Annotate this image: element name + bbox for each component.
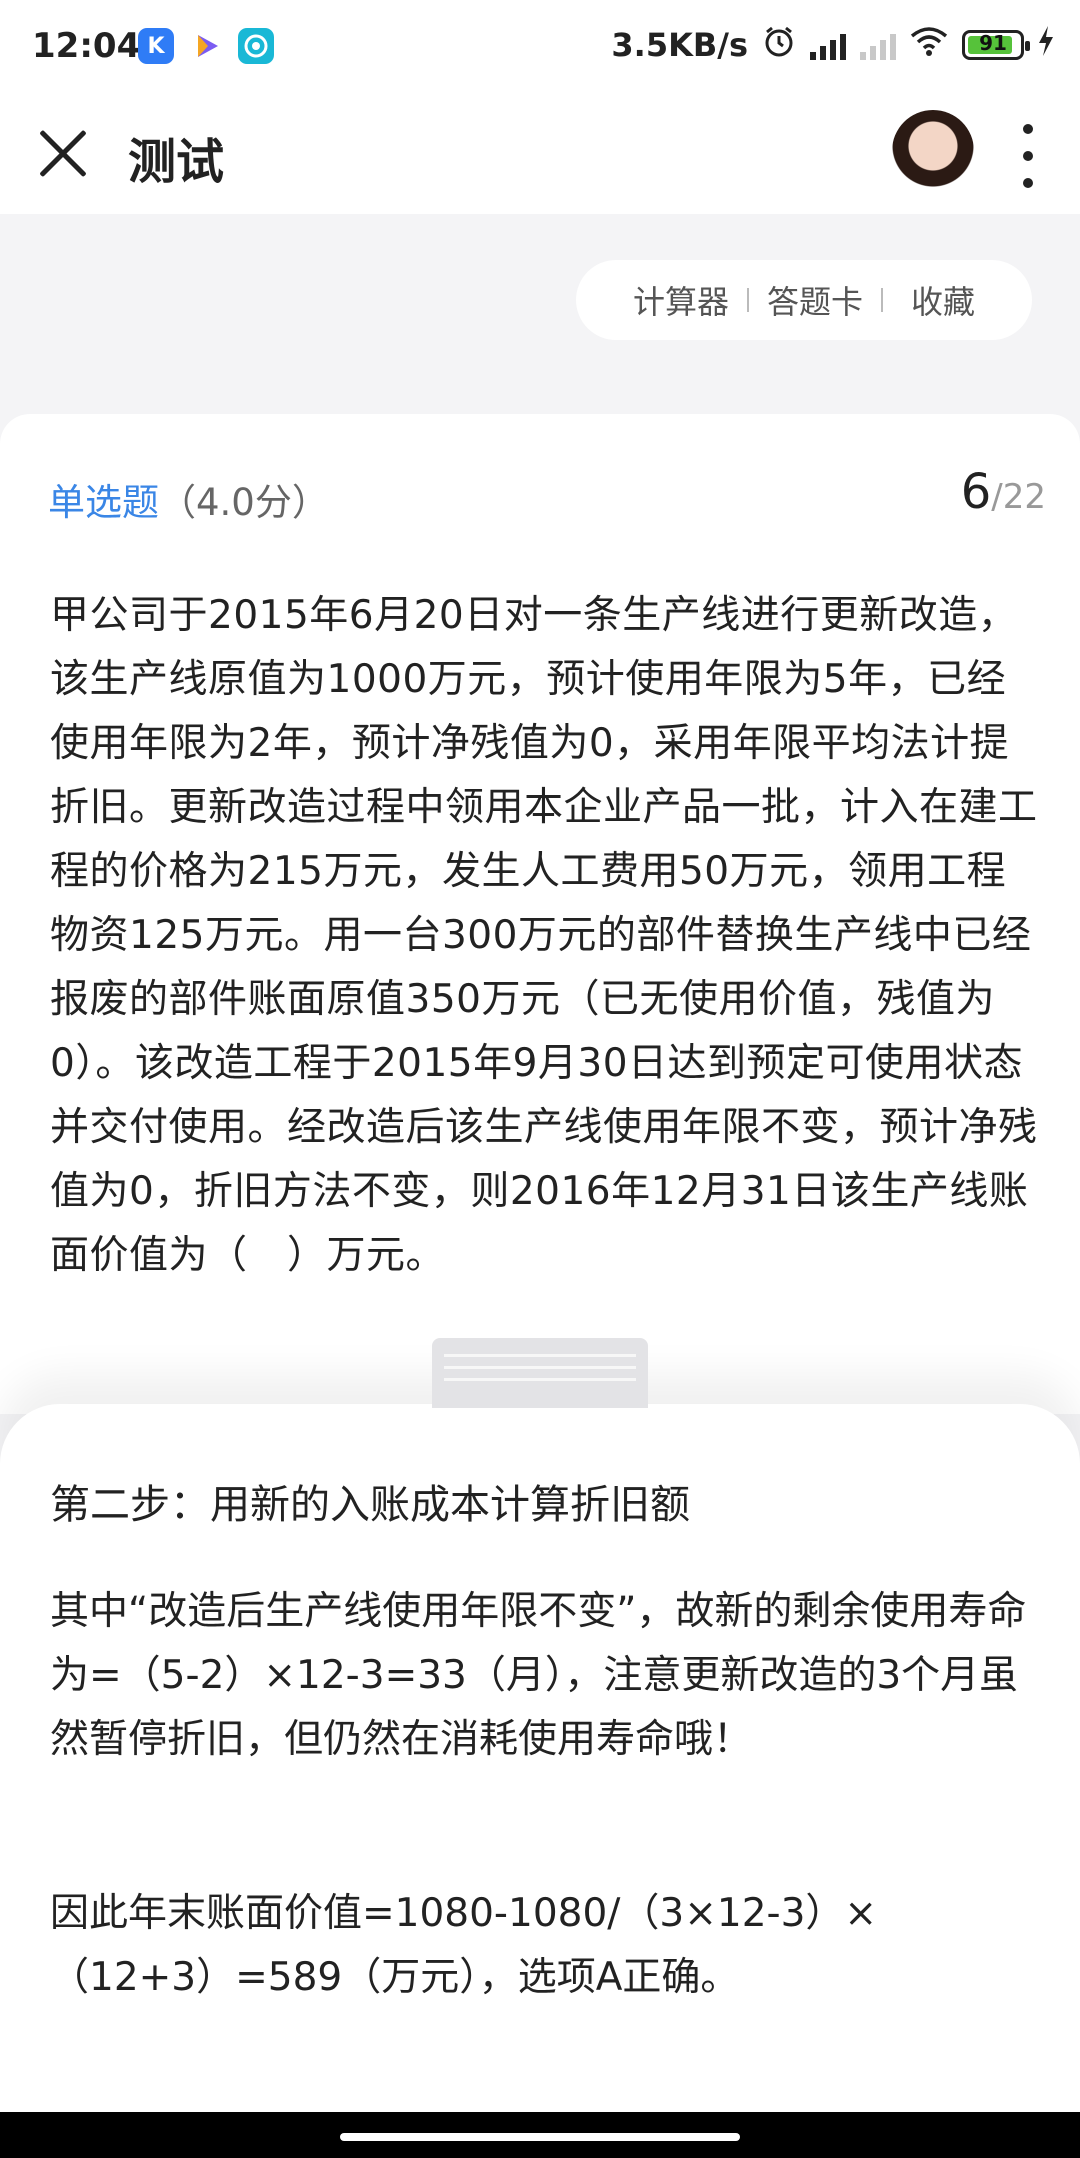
signal-2-icon — [860, 30, 896, 60]
analysis-sheet: 第二步：用新的入账成本计算折旧额 其中“改造后生产线使用年限不变”，故新的剩余使… — [0, 1404, 1080, 2112]
question-total: /22 — [991, 477, 1046, 517]
circle-app-icon — [238, 28, 274, 64]
analysis-paragraph-1: 其中“改造后生产线使用年限不变”，故新的剩余使用寿命为=（5-2）×12-3=3… — [50, 1589, 1027, 1762]
divider — [881, 288, 883, 312]
question-tools: 计算器 答题卡 收藏 — [576, 260, 1032, 340]
avatar[interactable] — [892, 110, 974, 200]
drag-handle[interactable] — [432, 1338, 648, 1408]
divider — [746, 288, 749, 312]
home-indicator[interactable] — [340, 2133, 740, 2141]
more-menu-icon[interactable] — [1014, 124, 1042, 188]
analysis-paragraph-2: 因此年末账面价值=1080-1080/（3×12-3）×（12+3）=589（万… — [50, 1891, 878, 2000]
question-type-label: 单选题 — [48, 481, 159, 524]
charging-icon — [1038, 26, 1054, 64]
favorite-button[interactable]: 收藏 — [911, 277, 975, 323]
k-app-icon: K — [138, 28, 174, 64]
question-type: 单选题（4.0分） — [48, 472, 329, 526]
status-right: 3.5KB/s 91 — [611, 24, 1054, 66]
question-current: 6 — [960, 464, 992, 520]
analysis-step-title: 第二步：用新的入账成本计算折旧额 — [50, 1482, 690, 1528]
question-text: 甲公司于2015年6月20日对一条生产线进行更新改造，该生产线原值为1000万元… — [50, 593, 1038, 1278]
status-bar: 12:04 K 3.5KB/s 91 — [0, 0, 1080, 96]
close-icon[interactable] — [36, 126, 90, 180]
signal-icon — [810, 30, 846, 60]
net-speed: 3.5KB/s — [611, 26, 748, 64]
wifi-icon — [910, 26, 948, 64]
question-score: （4.0分） — [159, 481, 329, 524]
question-progress: 6/22 — [961, 464, 1046, 520]
battery-icon: 91 — [962, 30, 1030, 60]
alarm-icon — [762, 24, 796, 66]
status-app-icons: K — [138, 28, 274, 64]
status-time: 12:04 — [32, 26, 141, 66]
app-header: 测试 — [0, 96, 1080, 214]
page-title: 测试 — [128, 134, 225, 190]
video-app-icon — [188, 28, 224, 64]
calculator-button[interactable]: 计算器 — [633, 277, 729, 323]
answer-card-button[interactable]: 答题卡 — [767, 277, 863, 323]
question-card: 单选题（4.0分） 6/22 甲公司于2015年6月20日对一条生产线进行更新改… — [0, 414, 1080, 1414]
battery-level: 91 — [979, 31, 1007, 55]
